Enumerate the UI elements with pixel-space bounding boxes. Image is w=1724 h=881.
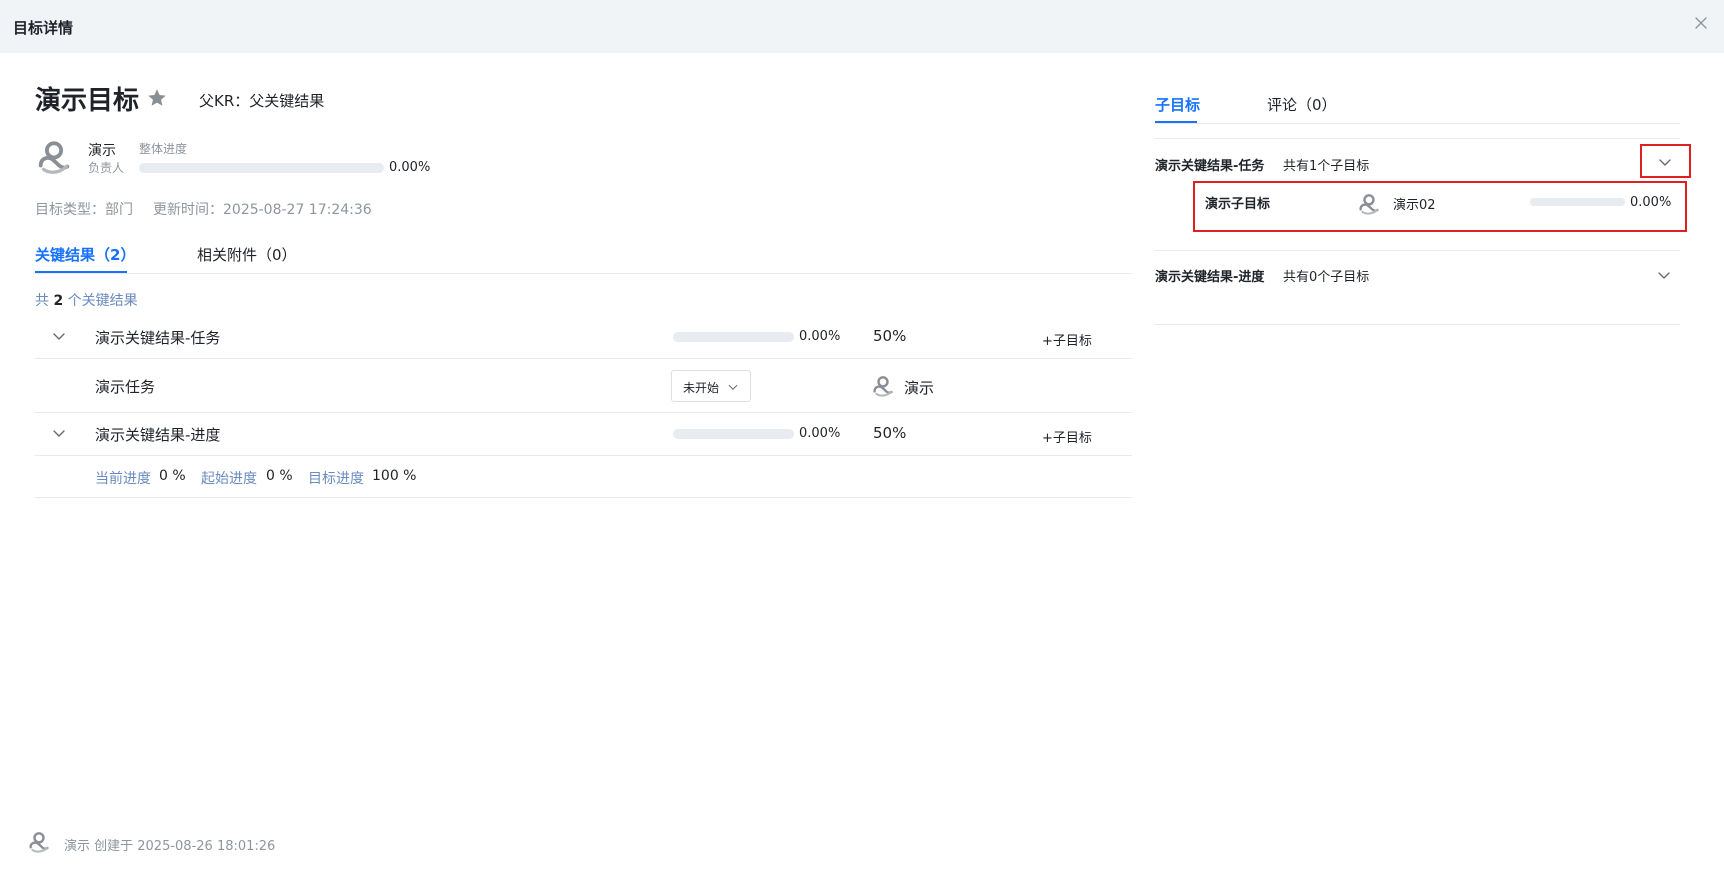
parent-kr-link[interactable]: 父KR：父关键结果 (199, 90, 324, 111)
task-assignee-avatar (871, 374, 895, 398)
tab-key-results[interactable]: 关键结果（2） (35, 244, 135, 265)
overall-progress-value: 0.00% (389, 160, 431, 175)
group-divider (1155, 138, 1680, 139)
kr-count-suffix: 个关键结果 (67, 293, 138, 309)
target-progress-label: 目标进度 (308, 471, 364, 487)
kr-progress-bar (673, 332, 794, 342)
kr-count-prefix: 共 (35, 293, 49, 309)
chevron-down-icon[interactable] (1656, 267, 1672, 283)
chevron-down-icon (1657, 154, 1673, 170)
kr-progress-value: 0.00% (799, 329, 841, 344)
sub-goal-name[interactable]: 演示子目标 (1205, 193, 1270, 212)
sub-group-title: 演示关键结果-进度 (1155, 270, 1265, 285)
owner-name: 演示 (88, 143, 116, 159)
sub-goal-progress-bar (1530, 198, 1625, 206)
start-progress-value: 0 % (266, 468, 293, 484)
row-divider (35, 358, 1132, 359)
sub-group-title: 演示关键结果-任务 (1155, 159, 1265, 174)
sub-goal-progress-value: 0.00% (1630, 195, 1672, 210)
overall-progress-bar (139, 163, 384, 173)
sub-goal-item[interactable]: 演示子目标 演示02 0.00% (1193, 181, 1687, 232)
row-divider (35, 412, 1132, 413)
start-progress-label: 起始进度 (201, 471, 257, 487)
kr-name[interactable]: 演示关键结果-进度 (95, 424, 220, 445)
group-divider (1155, 324, 1680, 325)
add-sub-goal-button[interactable]: +子目标 (1042, 330, 1092, 349)
task-name[interactable]: 演示任务 (95, 376, 155, 397)
kr-progress-value: 0.00% (799, 426, 841, 441)
right-tabs-divider (1155, 123, 1680, 124)
creator-avatar (27, 830, 51, 854)
updated-time: 更新时间：2025-08-27 17:24:36 (153, 202, 372, 218)
tab-sub-goals[interactable]: 子目标 (1155, 94, 1200, 115)
star-icon[interactable] (146, 87, 168, 109)
kr-name[interactable]: 演示关键结果-任务 (95, 327, 220, 348)
current-progress-label: 当前进度 (95, 471, 151, 487)
tabs-divider (35, 273, 1132, 274)
group-divider (1155, 250, 1680, 251)
tab-attachments[interactable]: 相关附件（0） (197, 244, 297, 265)
key-results-count: 共 2 个关键结果 (35, 290, 138, 310)
kr-weight: 50% (873, 424, 907, 442)
target-progress-value: 100 % (372, 468, 417, 484)
kr-expand-chevron-icon[interactable] (51, 425, 67, 441)
kr-progress-bar (673, 429, 794, 439)
created-info: 演示 创建于 2025-08-26 18:01:26 (64, 839, 276, 854)
close-icon[interactable] (1690, 12, 1712, 34)
goal-type: 目标类型：部门 (35, 202, 133, 218)
current-progress-value: 0 % (159, 468, 186, 484)
task-status-select[interactable]: 未开始 (671, 370, 751, 402)
sub-group-count: 共有0个子目标 (1283, 270, 1370, 285)
task-assignee: 演示 (904, 379, 935, 397)
goal-title: 演示目标 (35, 86, 140, 116)
modal-title: 目标详情 (13, 19, 74, 37)
add-sub-goal-button[interactable]: +子目标 (1042, 427, 1092, 446)
overall-progress-label: 整体进度 (139, 142, 188, 156)
chevron-down-icon (727, 381, 739, 393)
sub-goal-owner-avatar (1357, 192, 1381, 216)
owner-avatar (35, 138, 73, 176)
owner-role-label: 负责人 (88, 161, 125, 175)
row-divider (35, 455, 1132, 456)
modal-header: 目标详情 (0, 0, 1724, 53)
task-status-value: 未开始 (683, 381, 720, 395)
tab-comments[interactable]: 评论（0） (1267, 94, 1337, 115)
sub-group-count: 共有1个子目标 (1283, 159, 1370, 174)
kr-count-number: 2 (53, 293, 64, 309)
sub-group-toggle-button[interactable] (1640, 144, 1691, 178)
kr-expand-chevron-icon[interactable] (51, 328, 67, 344)
sub-goal-owner: 演示02 (1393, 198, 1436, 213)
row-divider (35, 497, 1132, 498)
kr-weight: 50% (873, 327, 907, 345)
